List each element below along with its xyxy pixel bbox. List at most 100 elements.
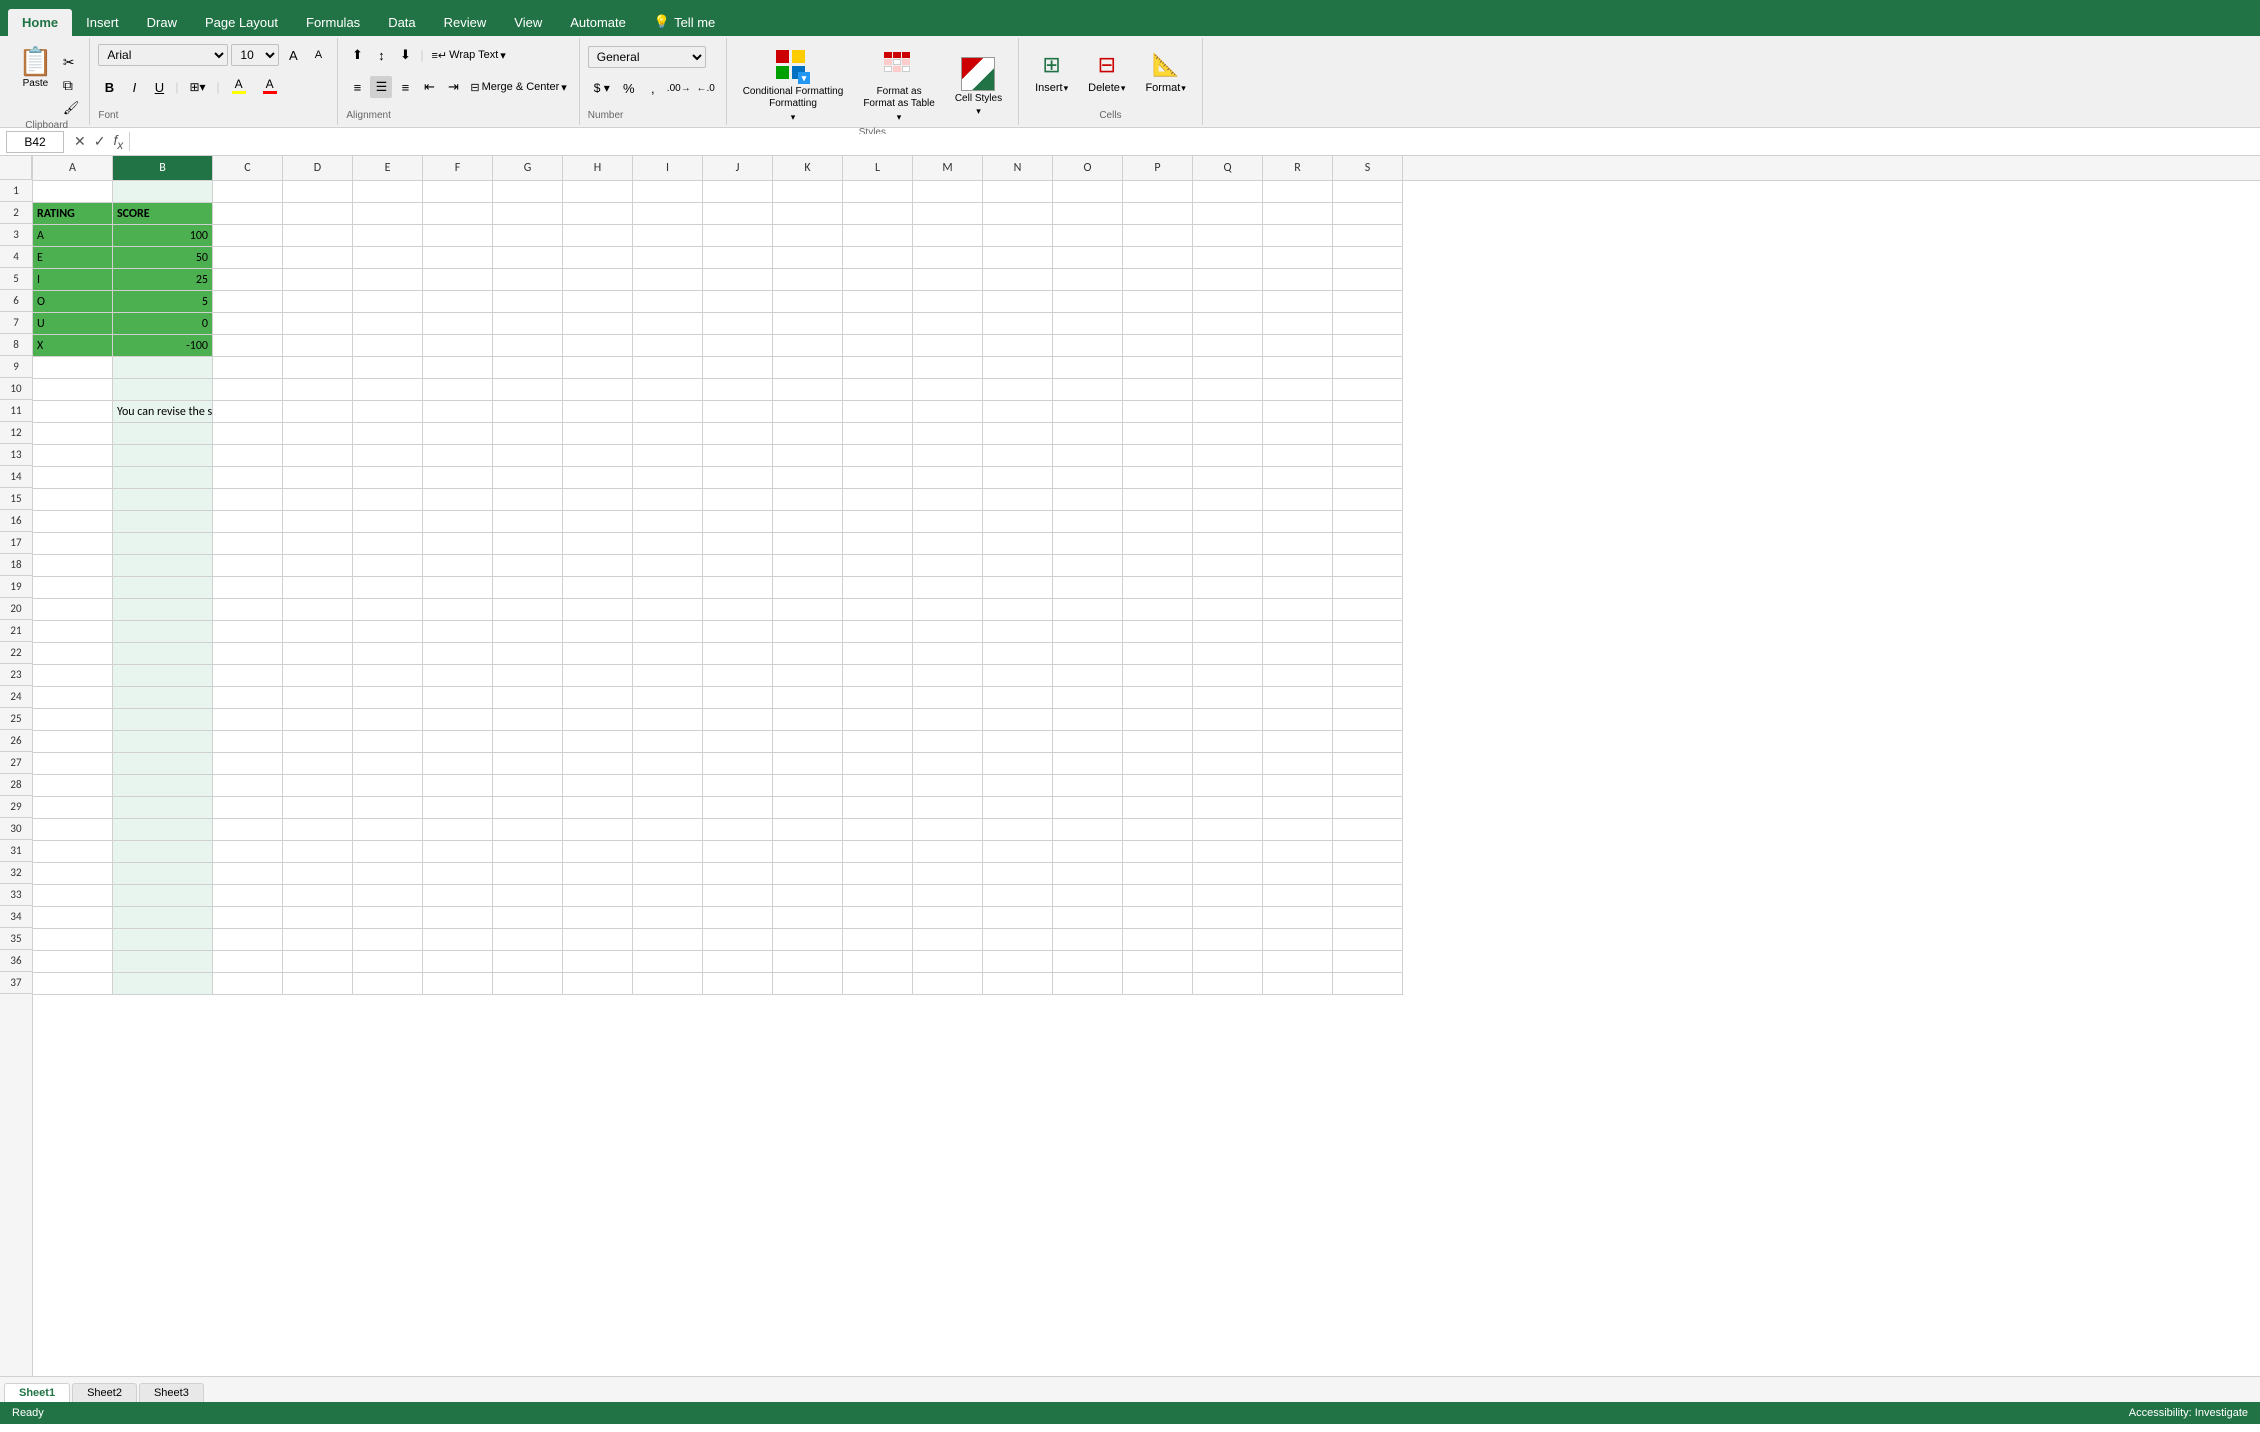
cell-C14[interactable] (213, 467, 283, 489)
cell-D9[interactable] (283, 357, 353, 379)
tab-home[interactable]: Home (8, 9, 72, 36)
cell-D1[interactable] (283, 181, 353, 203)
cell-M22[interactable] (913, 643, 983, 665)
cell-J24[interactable] (703, 687, 773, 709)
cell-O10[interactable] (1053, 379, 1123, 401)
cell-O21[interactable] (1053, 621, 1123, 643)
cell-A33[interactable] (33, 885, 113, 907)
cell-J15[interactable] (703, 489, 773, 511)
cell-G17[interactable] (493, 533, 563, 555)
cell-K23[interactable] (773, 665, 843, 687)
cell-A4[interactable]: E (33, 247, 113, 269)
cell-G26[interactable] (493, 731, 563, 753)
cell-H29[interactable] (563, 797, 633, 819)
cell-L28[interactable] (843, 775, 913, 797)
cell-K4[interactable] (773, 247, 843, 269)
cell-F24[interactable] (423, 687, 493, 709)
row-header-13[interactable]: 13 (0, 444, 32, 466)
cell-reference-box[interactable] (6, 131, 64, 153)
cell-P9[interactable] (1123, 357, 1193, 379)
cell-D8[interactable] (283, 335, 353, 357)
col-header-I[interactable]: I (633, 156, 703, 180)
cell-A17[interactable] (33, 533, 113, 555)
cell-M12[interactable] (913, 423, 983, 445)
cell-H1[interactable] (563, 181, 633, 203)
cell-C27[interactable] (213, 753, 283, 775)
cell-L2[interactable] (843, 203, 913, 225)
cell-I27[interactable] (633, 753, 703, 775)
cell-E23[interactable] (353, 665, 423, 687)
cell-K1[interactable] (773, 181, 843, 203)
number-format-selector[interactable]: General (588, 46, 706, 68)
cell-R4[interactable] (1263, 247, 1333, 269)
cell-F23[interactable] (423, 665, 493, 687)
cell-G9[interactable] (493, 357, 563, 379)
bold-button[interactable]: B (98, 76, 120, 98)
cell-S21[interactable] (1333, 621, 1403, 643)
cell-C22[interactable] (213, 643, 283, 665)
cell-L24[interactable] (843, 687, 913, 709)
cell-A14[interactable] (33, 467, 113, 489)
tab-automate[interactable]: Automate (556, 9, 640, 36)
cell-B11[interactable]: You can revise the scoring weights, too.… (113, 401, 213, 423)
cell-J22[interactable] (703, 643, 773, 665)
cell-S37[interactable] (1333, 973, 1403, 995)
cell-E3[interactable] (353, 225, 423, 247)
cell-D34[interactable] (283, 907, 353, 929)
cell-A30[interactable] (33, 819, 113, 841)
cell-C33[interactable] (213, 885, 283, 907)
cell-H11[interactable] (563, 401, 633, 423)
cell-L26[interactable] (843, 731, 913, 753)
cell-S17[interactable] (1333, 533, 1403, 555)
cell-M4[interactable] (913, 247, 983, 269)
cell-A29[interactable] (33, 797, 113, 819)
cell-O4[interactable] (1053, 247, 1123, 269)
col-header-R[interactable]: R (1263, 156, 1333, 180)
cell-C17[interactable] (213, 533, 283, 555)
align-right-button[interactable]: ≡ (394, 76, 416, 98)
cell-Q12[interactable] (1193, 423, 1263, 445)
cell-L3[interactable] (843, 225, 913, 247)
cell-O3[interactable] (1053, 225, 1123, 247)
cell-P7[interactable] (1123, 313, 1193, 335)
cancel-formula-icon[interactable]: ✕ (72, 133, 88, 150)
cell-O14[interactable] (1053, 467, 1123, 489)
col-header-S[interactable]: S (1333, 156, 1403, 180)
cell-K27[interactable] (773, 753, 843, 775)
cell-A15[interactable] (33, 489, 113, 511)
comma-button[interactable]: , (642, 77, 664, 99)
cell-I25[interactable] (633, 709, 703, 731)
cell-N14[interactable] (983, 467, 1053, 489)
cell-G2[interactable] (493, 203, 563, 225)
row-header-23[interactable]: 23 (0, 664, 32, 686)
cell-E36[interactable] (353, 951, 423, 973)
cell-L29[interactable] (843, 797, 913, 819)
cell-O33[interactable] (1053, 885, 1123, 907)
cell-R3[interactable] (1263, 225, 1333, 247)
cell-D6[interactable] (283, 291, 353, 313)
cell-M3[interactable] (913, 225, 983, 247)
cell-D3[interactable] (283, 225, 353, 247)
cell-D15[interactable] (283, 489, 353, 511)
cell-F27[interactable] (423, 753, 493, 775)
cell-D23[interactable] (283, 665, 353, 687)
cell-N21[interactable] (983, 621, 1053, 643)
cell-I7[interactable] (633, 313, 703, 335)
cell-F29[interactable] (423, 797, 493, 819)
cell-C10[interactable] (213, 379, 283, 401)
cell-H30[interactable] (563, 819, 633, 841)
cell-P36[interactable] (1123, 951, 1193, 973)
row-header-27[interactable]: 27 (0, 752, 32, 774)
cell-L13[interactable] (843, 445, 913, 467)
cell-H18[interactable] (563, 555, 633, 577)
cell-S14[interactable] (1333, 467, 1403, 489)
cell-K21[interactable] (773, 621, 843, 643)
cell-M6[interactable] (913, 291, 983, 313)
cell-N19[interactable] (983, 577, 1053, 599)
cell-S33[interactable] (1333, 885, 1403, 907)
cell-P17[interactable] (1123, 533, 1193, 555)
cell-J32[interactable] (703, 863, 773, 885)
cell-G34[interactable] (493, 907, 563, 929)
cell-E8[interactable] (353, 335, 423, 357)
cell-C15[interactable] (213, 489, 283, 511)
